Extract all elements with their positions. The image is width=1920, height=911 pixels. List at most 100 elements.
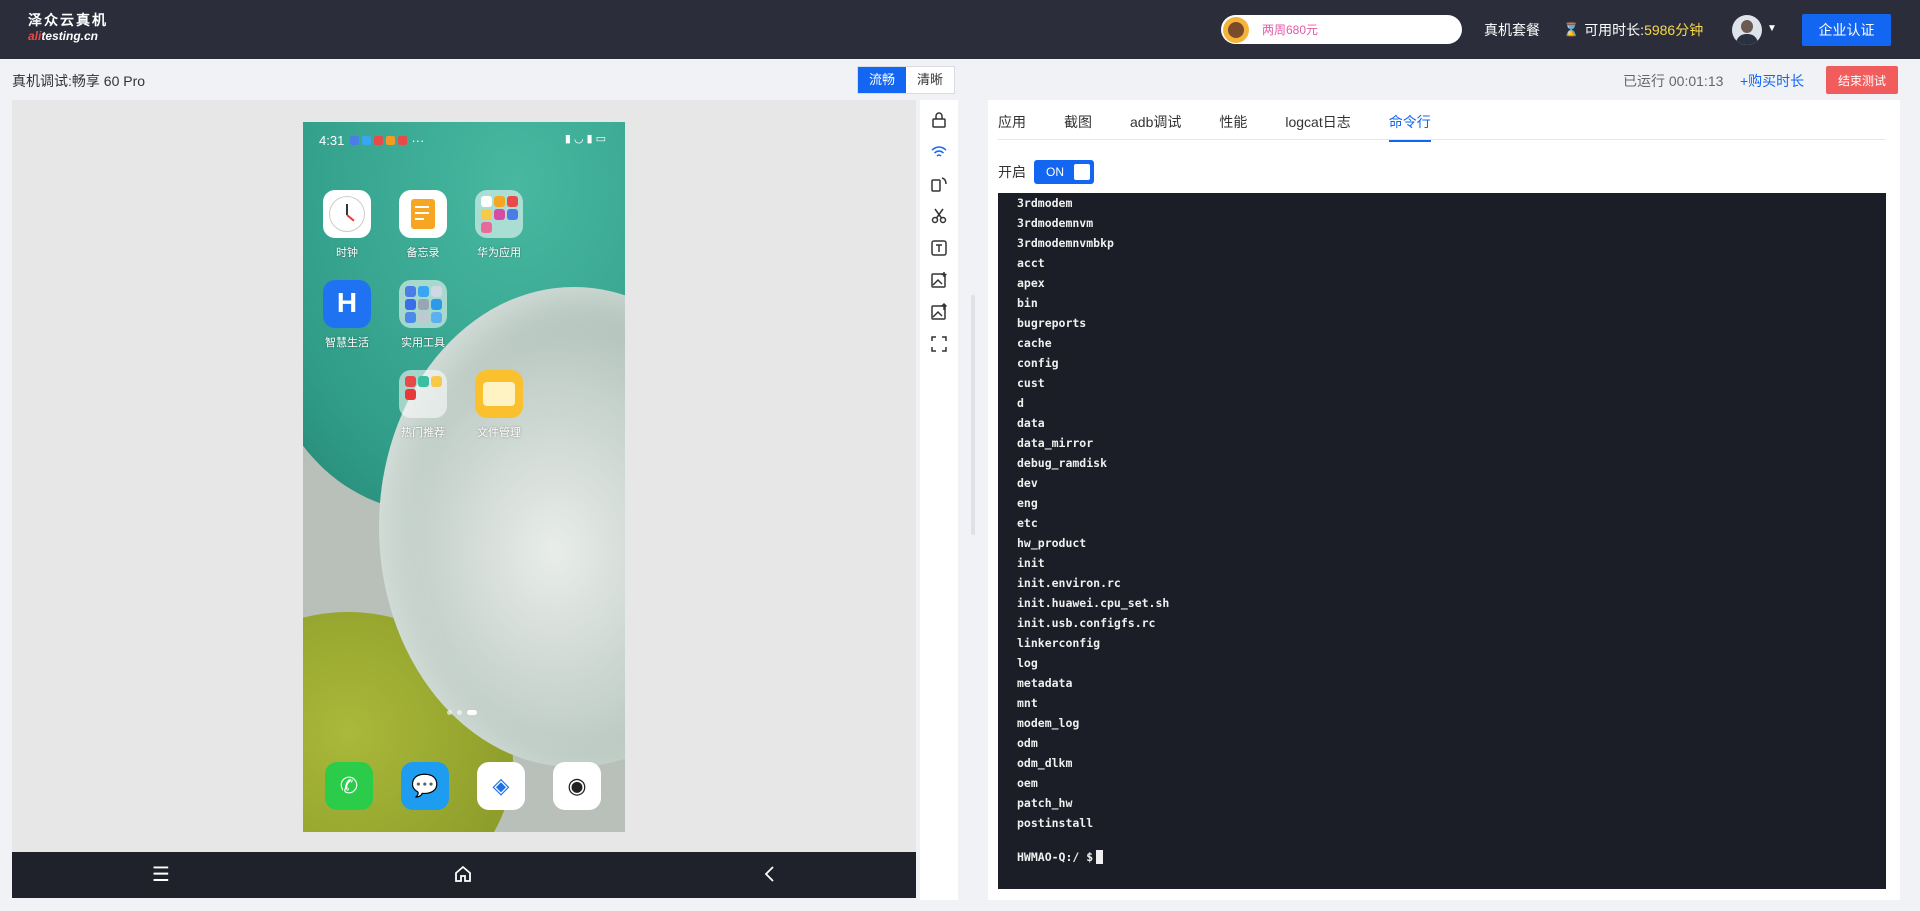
tab-apps[interactable]: 应用 — [998, 112, 1026, 142]
device-label: 真机调试:畅享 60 Pro — [12, 73, 146, 89]
terminal-line: 3rdmodemnvmbkp — [1017, 236, 1114, 250]
switch-label: 开启 — [998, 164, 1026, 180]
available-time: ⌛ 可用时长: 5986分钟 — [1563, 20, 1703, 40]
device-toolbar — [920, 100, 958, 900]
chevron-down-icon[interactable]: ▼ — [1767, 23, 1777, 34]
phone-status-bar: 4:31 ··· ▮◡▮▭ — [303, 122, 625, 158]
buy-time-link[interactable]: +购买时长 — [1740, 71, 1804, 91]
terminal-cursor — [1096, 850, 1104, 864]
status-more: ··· — [411, 132, 425, 148]
terminal-line: modem_log — [1017, 716, 1080, 730]
text-icon[interactable] — [929, 238, 949, 258]
terminal[interactable]: 3rdmodem 3rdmodemnvm 3rdmodemnvmbkp acct ape… — [998, 193, 1890, 889]
terminal-line: patch_hw — [1017, 796, 1073, 810]
clock-icon — [323, 190, 371, 238]
promo-banner[interactable]: 两周680元 — [1221, 15, 1462, 44]
browser-icon[interactable]: ◈ — [477, 762, 525, 810]
terminal-line: dev — [1017, 476, 1038, 490]
avatar[interactable] — [1732, 15, 1762, 45]
message-icon[interactable]: 💬 — [401, 762, 449, 810]
rotate-icon[interactable] — [929, 174, 949, 194]
terminal-line: linkerconfig — [1017, 636, 1101, 650]
terminal-line: init — [1017, 556, 1045, 570]
phone-screen[interactable]: 4:31 ··· ▮◡▮▭ 时钟 备忘录 华为应用 H 智慧生活 实用工具 热门… — [303, 122, 625, 832]
running-time: 已运行 00:01:13 — [1623, 73, 1724, 89]
folder-icon — [475, 190, 523, 238]
brand-logo[interactable]: 泽众云真机 alitesting.cn — [28, 11, 108, 43]
device-screen-area: 4:31 ··· ▮◡▮▭ 时钟 备忘录 华为应用 H 智慧生活 实用工具 热门… — [12, 100, 916, 898]
terminal-toggle[interactable]: ON — [1034, 160, 1094, 184]
folder-icon — [399, 370, 447, 418]
tab-logcat[interactable]: logcat日志 — [1285, 112, 1350, 142]
terminal-switch-row: 开启 ON — [998, 160, 1094, 184]
image-add-icon[interactable] — [929, 270, 949, 290]
terminal-line: init.usb.configfs.rc — [1017, 616, 1156, 630]
tab-performance[interactable]: 性能 — [1219, 112, 1247, 142]
terminal-line: bugreports — [1017, 316, 1087, 330]
function-tabs: 应用 截图 adb调试 性能 logcat日志 命令行 — [998, 112, 1469, 142]
app-folder-huawei[interactable]: 华为应用 — [469, 190, 529, 260]
camera-icon[interactable]: ◉ — [553, 762, 601, 810]
terminal-line: apex — [1017, 276, 1045, 290]
terminal-prompt[interactable]: HWMAO-Q:/ $ — [1017, 847, 1104, 867]
fullscreen-icon[interactable] — [929, 334, 949, 354]
smart-life-icon: H — [323, 280, 371, 328]
folder-icon — [399, 280, 447, 328]
terminal-line: postinstall — [1017, 816, 1094, 830]
terminal-line: d — [1017, 396, 1024, 410]
terminal-line: 3rdmodemnvm — [1017, 216, 1094, 230]
terminal-line: init.huawei.cpu_set.sh — [1017, 596, 1170, 610]
end-test-button[interactable]: 结束测试 — [1826, 66, 1898, 94]
wifi-icon[interactable] — [929, 142, 949, 162]
quality-smooth-button[interactable]: 流畅 — [858, 67, 907, 93]
panel-resize-handle[interactable] — [971, 295, 975, 535]
terminal-line: cache — [1017, 336, 1052, 350]
status-time: 4:31 — [319, 132, 345, 148]
lock-icon[interactable] — [929, 110, 949, 130]
terminal-line: oem — [1017, 776, 1038, 790]
time-label: 可用时长: — [1584, 22, 1645, 38]
app-folder-hot[interactable]: 热门推荐 — [393, 370, 453, 440]
image-upload-icon[interactable] — [929, 302, 949, 322]
back-icon[interactable] — [760, 864, 780, 889]
promo-badge-icon — [1223, 16, 1249, 43]
terminal-line: debug_ramdisk — [1017, 456, 1108, 470]
status-right-icons: ▮◡▮▭ — [564, 133, 609, 145]
files-icon — [475, 370, 523, 418]
promo-text: 两周680元 — [1262, 23, 1319, 37]
terminal-line: mnt — [1017, 696, 1038, 710]
scissors-icon[interactable] — [929, 206, 949, 226]
home-icon[interactable] — [453, 864, 473, 889]
app-folder-tools[interactable]: 实用工具 — [393, 280, 453, 350]
terminal-line: bin — [1017, 296, 1038, 310]
app-memo[interactable]: 备忘录 — [393, 190, 453, 260]
terminal-line: cust — [1017, 376, 1045, 390]
terminal-line: metadata — [1017, 676, 1073, 690]
quality-toggle: 流畅 清晰 — [857, 66, 956, 94]
terminal-line: odm_dlkm — [1017, 756, 1073, 770]
terminal-line: eng — [1017, 496, 1038, 510]
enterprise-auth-button[interactable]: 企业认证 — [1802, 14, 1891, 46]
right-panel: 应用 截图 adb调试 性能 logcat日志 命令行 开启 ON 3rdmod… — [988, 100, 1900, 900]
app-smart-life[interactable]: H 智慧生活 — [317, 280, 377, 350]
memo-icon — [399, 190, 447, 238]
device-nav-bar: ☰ — [12, 852, 916, 898]
terminal-line: config — [1017, 356, 1059, 370]
brand-domain: alitesting.cn — [28, 29, 99, 43]
tab-screenshot[interactable]: 截图 — [1064, 112, 1092, 142]
tab-adb-debug[interactable]: adb调试 — [1130, 112, 1181, 142]
time-value: 5986分钟 — [1644, 22, 1704, 38]
app-files[interactable]: 文件管理 — [469, 370, 529, 440]
package-link[interactable]: 真机套餐 — [1484, 20, 1540, 40]
hourglass-icon: ⌛ — [1563, 22, 1580, 37]
quality-clear-button[interactable]: 清晰 — [906, 67, 954, 93]
app-clock[interactable]: 时钟 — [317, 190, 377, 260]
menu-icon[interactable]: ☰ — [152, 864, 170, 886]
phone-icon[interactable]: ✆ — [325, 762, 373, 810]
notification-icons — [350, 135, 408, 145]
terminal-line: odm — [1017, 736, 1038, 750]
terminal-scrollbar[interactable] — [1886, 193, 1890, 889]
terminal-line: data — [1017, 416, 1045, 430]
brand-name: 泽众云真机 — [28, 12, 108, 28]
tab-command-line[interactable]: 命令行 — [1388, 112, 1431, 142]
